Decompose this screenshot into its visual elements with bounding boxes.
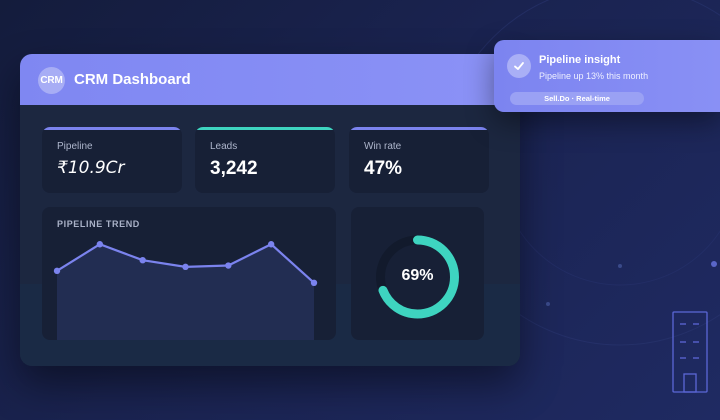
trend-point: [139, 257, 146, 264]
kpi-value: 3,242: [210, 158, 258, 179]
crm-dashboard-card: CRM CRM Dashboard Pipeline ₹10.9Cr Leads…: [20, 54, 520, 366]
kpi-value: 47%: [364, 158, 403, 179]
page-title: CRM Dashboard: [74, 71, 191, 88]
kpi-label: Leads: [210, 141, 238, 152]
kpi-value: ₹10.9Cr: [57, 158, 125, 178]
trend-area: [57, 244, 314, 340]
kpi-card-pipeline[interactable]: Pipeline ₹10.9Cr: [42, 127, 182, 193]
trend-point: [182, 263, 189, 271]
kpi-label: Win rate: [364, 141, 402, 152]
toast-source-pill: Sell.Do · Real-time: [510, 92, 644, 105]
trend-point: [96, 241, 104, 248]
kpi-accent-bar: [195, 127, 335, 130]
kpi-label: Pipeline: [57, 141, 93, 152]
kpi-card-leads[interactable]: Leads 3,242: [195, 127, 335, 193]
toast-subtitle: Pipeline up 13% this month: [539, 71, 649, 81]
trend-point: [225, 262, 232, 269]
kpi-accent-bar: [349, 127, 489, 130]
kpi-card-win-rate[interactable]: Win rate 47%: [349, 127, 489, 193]
crm-logo: CRM: [38, 67, 65, 94]
toast-title: Pipeline insight: [539, 54, 621, 66]
pipeline-trend-panel[interactable]: PIPELINE TREND: [42, 207, 336, 340]
win-gauge-panel[interactable]: 69%: [351, 207, 484, 340]
check-icon: [507, 54, 531, 78]
pipeline-trend-chart: [53, 241, 318, 340]
gauge-value: 69%: [401, 267, 434, 284]
building-icon: [672, 311, 708, 393]
card-header: CRM CRM Dashboard: [20, 54, 520, 105]
trend-point: [53, 267, 61, 275]
trend-point: [310, 279, 318, 287]
kpi-accent-bar: [42, 127, 182, 130]
pipeline-insight-toast[interactable]: Pipeline insight Pipeline up 13% this mo…: [494, 40, 720, 112]
trend-point: [267, 241, 275, 248]
